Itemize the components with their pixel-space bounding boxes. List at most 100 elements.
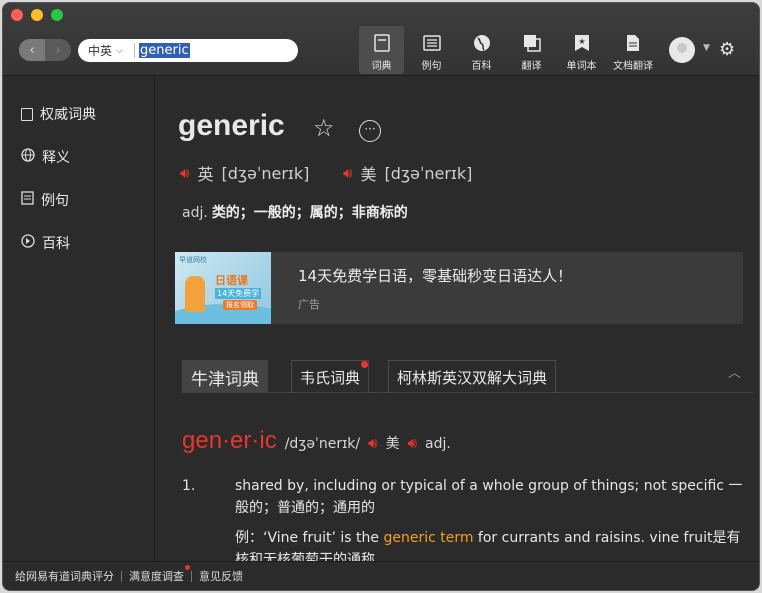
speaker-icon[interactable]: 🔊︎ (343, 164, 352, 182)
us-label: 美 (360, 165, 377, 184)
uk-ipa: [dʒəˈnerɪk] (221, 163, 310, 183)
entry-ipa: /dʒəˈnerɪk/ (284, 436, 361, 452)
language-label: 中英 (88, 44, 113, 58)
tool-label: 例句 (421, 61, 442, 72)
ad-image-title: 日语课 (215, 274, 248, 287)
us-pronunciation: 🔊︎ 美 [dʒəˈnerɪk] (343, 161, 472, 185)
tool-label: 翻译 (521, 61, 542, 72)
footer-divider (121, 570, 122, 582)
nav-buttons: ‹ › (19, 39, 71, 61)
sentences-icon (21, 191, 34, 209)
tab-label: 牛津词典 (191, 369, 259, 390)
ad-image-brand: 早道网校 (179, 256, 207, 264)
main-content: generic ☆ ··· 🔊︎ 英 [dʒəˈnerɪk] 🔊︎ 美 [dʒə… (156, 77, 759, 561)
search-bar: 中英 ⌵ generic (78, 39, 298, 62)
entry-word: gen·er·ic (182, 427, 277, 454)
survey-label: 满意度调查 (129, 570, 184, 583)
tab-collins[interactable]: 柯林斯英汉双解大词典 (388, 360, 557, 393)
close-window-button[interactable] (11, 9, 23, 21)
ad-banner[interactable]: 早道网校 日语课 14天免费学 报名领取 14天免费学日语，零基础秒变日语达人！… (175, 252, 743, 324)
toolbar-tools: 词典 例句 百科 翻译 ★ 单词本 文档翻译 (359, 26, 662, 74)
entry-pos: adj. (425, 436, 451, 452)
oxford-entry-header: gen·er·ic /dʒəˈnerɪk/ 🔊︎ 美 🔊︎ adj. (182, 427, 451, 455)
rate-app-link[interactable]: 给网易有道词典评分 (15, 568, 114, 584)
speaker-icon[interactable]: 🔊︎ (180, 164, 189, 182)
sense-definition: shared by, including or typical of a who… (235, 478, 743, 516)
sidebar-item-sentences[interactable]: 例句 (21, 190, 69, 210)
tab-oxford[interactable]: 牛津词典 (182, 360, 268, 393)
wordbook-icon: ★ (572, 33, 592, 53)
sidebar-item-label: 权威词典 (40, 107, 96, 123)
book-icon (21, 107, 33, 121)
tool-label: 词典 (371, 61, 392, 72)
search-divider (134, 43, 135, 58)
speaker-icon[interactable]: 🔊︎ (368, 434, 377, 452)
survey-link[interactable]: 满意度调查 (129, 565, 190, 584)
globe-icon (21, 148, 35, 166)
sidebar-item-definitions[interactable]: 释义 (21, 147, 70, 167)
avatar[interactable] (669, 37, 695, 63)
tab-merriam-webster[interactable]: 韦氏词典 (291, 360, 370, 393)
forward-button[interactable]: › (45, 39, 71, 61)
tab-label: 韦氏词典 (300, 368, 361, 387)
part-of-speech: adj. (182, 205, 208, 221)
more-icon[interactable]: ··· (359, 120, 381, 142)
sidebar: 权威词典 释义 例句 百科 (3, 77, 155, 561)
example-before: ‘Vine fruit’ is the (263, 530, 384, 546)
speaker-icon[interactable]: 🔊︎ (408, 434, 417, 452)
entry-us-label: 美 (385, 436, 400, 452)
chevron-left-icon: ‹ (29, 42, 35, 58)
sentences-icon (422, 33, 442, 53)
compass-icon (21, 234, 35, 252)
tool-document-translate[interactable]: 文档翻译 (609, 26, 657, 74)
chevron-right-icon: › (55, 42, 61, 58)
language-selector[interactable]: 中英 ⌵ (78, 42, 134, 59)
minimize-window-button[interactable] (31, 9, 43, 21)
globe-icon (472, 33, 492, 53)
collapse-chevron-icon[interactable]: ︿ (728, 362, 741, 381)
back-button[interactable]: ‹ (19, 39, 45, 61)
chevron-down-icon: ⌵ (116, 45, 123, 56)
us-ipa: [dʒəˈnerɪk] (384, 163, 473, 183)
zoom-window-button[interactable] (51, 9, 63, 21)
sidebar-item-label: 例句 (41, 193, 69, 209)
translate-icon (522, 33, 542, 53)
ad-title: 14天免费学日语，零基础秒变日语达人！ (298, 267, 573, 285)
notification-dot (361, 361, 369, 368)
sense-number: 1. (182, 478, 196, 494)
sidebar-item-label: 释义 (42, 150, 70, 166)
gear-icon[interactable]: ⚙ (719, 39, 735, 60)
caret-down-icon[interactable]: ▼ (703, 43, 710, 53)
footer-divider (191, 570, 192, 582)
example-prefix: 例： (235, 530, 263, 546)
ad-image-button: 报名领取 (223, 300, 257, 310)
ad-image-subtitle: 14天免费学 (215, 288, 262, 299)
star-icon[interactable]: ☆ (313, 114, 335, 142)
tool-label: 文档翻译 (613, 61, 653, 72)
feedback-link[interactable]: 意见反馈 (199, 568, 243, 584)
example-sentence: 例：‘Vine fruit’ is the generic term for c… (235, 527, 747, 561)
app-window: ‹ › 中英 ⌵ generic 词典 例句 百科 翻译 ★ 单词本 文档翻译 … (3, 3, 759, 590)
tool-wordbook[interactable]: ★ 单词本 (559, 26, 604, 74)
svg-text:★: ★ (578, 37, 585, 46)
sidebar-item-authoritative-dict[interactable]: 权威词典 (21, 104, 96, 124)
uk-label: 英 (197, 165, 214, 184)
example-highlight[interactable]: generic term (383, 530, 473, 546)
tool-sentences[interactable]: 例句 (409, 26, 454, 74)
tool-translate[interactable]: 翻译 (509, 26, 554, 74)
tool-encyclopedia[interactable]: 百科 (459, 26, 504, 74)
footer: 给网易有道词典评分 满意度调查 意见反馈 (3, 561, 759, 590)
tool-label: 百科 (471, 61, 492, 72)
toolbar: ‹ › 中英 ⌵ generic 词典 例句 百科 翻译 ★ 单词本 文档翻译 … (3, 3, 759, 76)
search-input[interactable]: generic (139, 43, 190, 58)
sidebar-item-encyclopedia[interactable]: 百科 (21, 233, 70, 253)
tool-dictionary[interactable]: 词典 (359, 26, 404, 74)
basic-definition: adj. 类的；一般的；属的；非商标的 (182, 202, 408, 222)
meaning: 类的；一般的；属的；非商标的 (211, 205, 408, 221)
dict-icon (372, 33, 392, 53)
ad-image-figure (185, 276, 205, 312)
headword: generic (178, 109, 285, 142)
tool-label: 单词本 (566, 61, 597, 72)
dictionary-tabs: 牛津词典 韦氏词典 柯林斯英汉双解大词典 (182, 360, 753, 393)
ad-image: 早道网校 日语课 14天免费学 报名领取 (175, 252, 271, 324)
